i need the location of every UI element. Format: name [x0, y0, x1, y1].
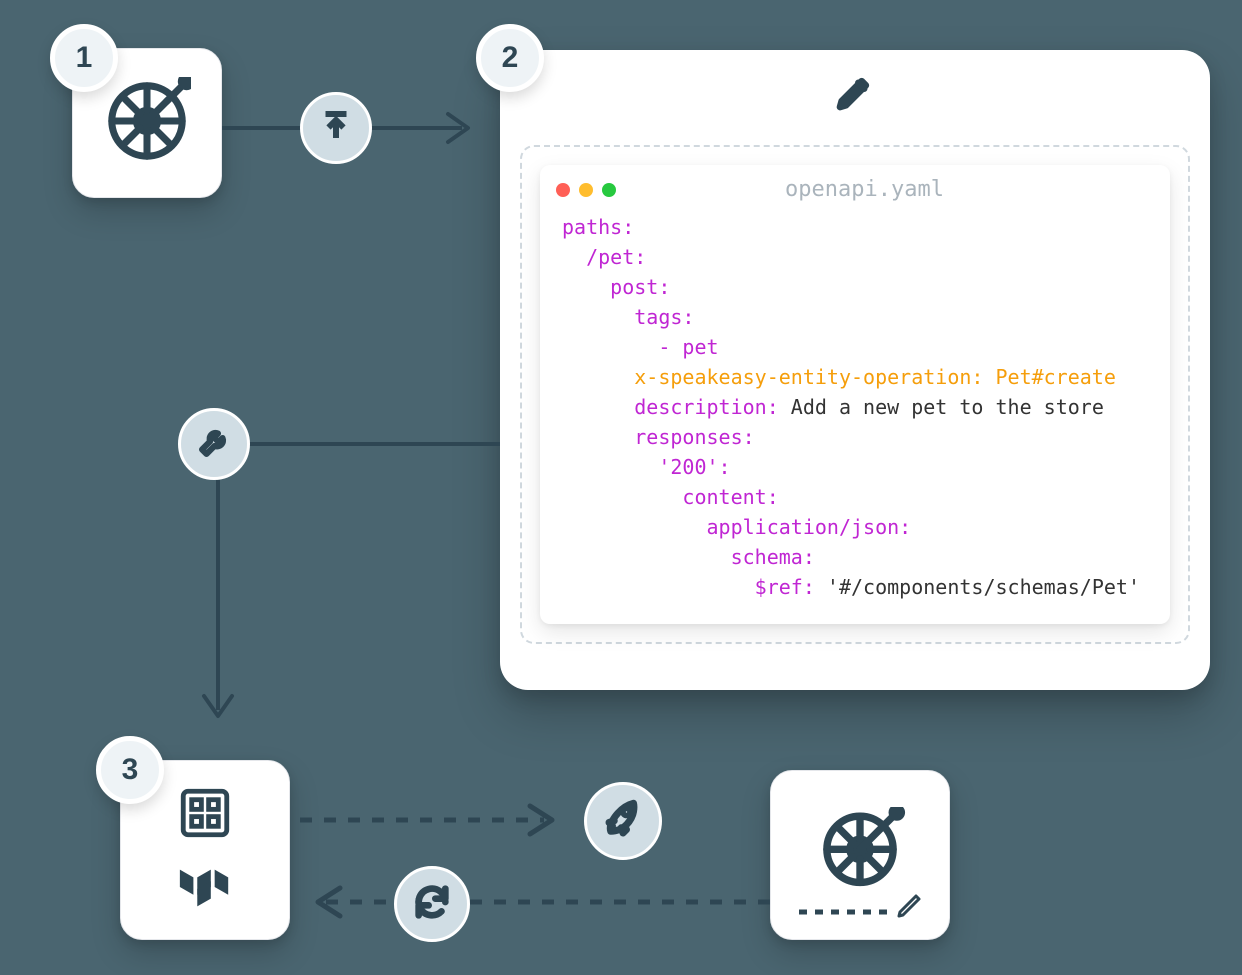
traffic-light-min-icon [579, 183, 593, 197]
pencil-icon [835, 72, 875, 117]
editor-window: openapi.yaml paths: /pet: post: tags: - … [500, 50, 1210, 690]
registry-icon [176, 784, 234, 847]
arrow-wrench-to-step3 [198, 480, 238, 740]
wrench-icon-circle [178, 408, 250, 480]
arrow-step3-to-rocket [300, 800, 580, 840]
upload-icon-circle [300, 92, 372, 164]
traffic-light-close-icon [556, 183, 570, 197]
refresh-icon [412, 882, 452, 927]
speakeasy-wheel-icon [103, 77, 191, 170]
rocket-icon [602, 798, 644, 845]
code-container: openapi.yaml paths: /pet: post: tags: - … [520, 145, 1190, 644]
step-number-2: 2 [476, 24, 544, 92]
wrench-icon [196, 424, 232, 465]
code-body: paths: /pet: post: tags: - pet x-speakea… [540, 206, 1170, 624]
traffic-light-max-icon [602, 183, 616, 197]
speakeasy-wheel-icon [814, 807, 906, 904]
terraform-icon [176, 863, 234, 916]
result-card [770, 770, 950, 940]
upload-icon [318, 108, 354, 149]
connector-wrench-to-editor [240, 440, 520, 448]
rocket-icon-circle [584, 782, 662, 860]
edit-underline-icon [795, 892, 925, 925]
code-filename: openapi.yaml [625, 177, 1104, 202]
step-number-3: 3 [96, 736, 164, 804]
refresh-icon-circle [394, 866, 470, 942]
arrow-result-to-step3 [300, 882, 770, 922]
code-window: openapi.yaml paths: /pet: post: tags: - … [540, 165, 1170, 624]
step-number-1: 1 [50, 24, 118, 92]
